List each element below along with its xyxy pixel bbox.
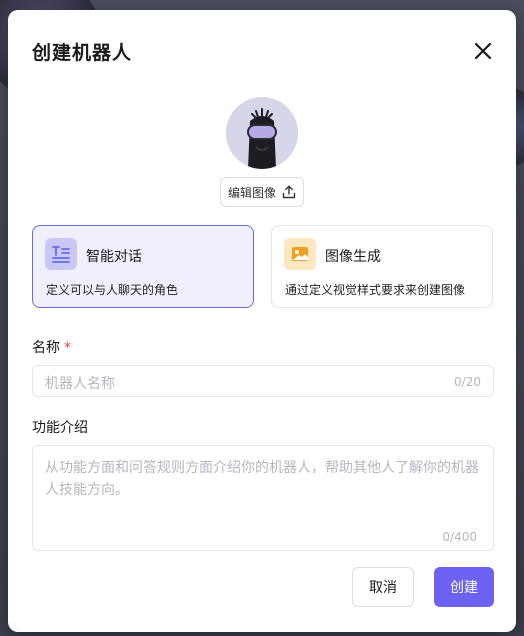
image-icon xyxy=(292,247,308,261)
edit-image-label: 编辑图像 xyxy=(227,185,276,200)
mode-chat-icon-box xyxy=(45,238,77,270)
mode-image-description: 通过定义视觉样式要求来创建图像 xyxy=(285,283,466,297)
close-icon[interactable] xyxy=(472,40,494,62)
mode-card-image[interactable]: 图像生成 通过定义视觉样式要求来创建图像 xyxy=(271,225,493,308)
mode-image-title: 图像生成 xyxy=(325,249,381,265)
required-mark: * xyxy=(64,340,71,356)
description-char-counter: 0/400 xyxy=(442,530,477,544)
description-textarea[interactable]: 从功能方面和问答规则方面介绍你的机器人，帮助其他人了解你的机器人技能方向。 0/… xyxy=(32,445,494,551)
upload-icon xyxy=(282,185,296,199)
bot-avatar xyxy=(226,97,298,169)
mode-chat-title: 智能对话 xyxy=(86,249,142,265)
mode-image-icon-box xyxy=(284,238,316,270)
name-input[interactable]: 机器人名称 0/20 xyxy=(32,365,494,397)
bot-avatar-image xyxy=(226,97,298,169)
mode-chat-description: 定义可以与人聊天的角色 xyxy=(46,283,179,297)
name-input-placeholder: 机器人名称 xyxy=(45,376,115,392)
dialog-title: 创建机器人 xyxy=(32,42,133,64)
name-label-text: 名称 xyxy=(32,340,60,356)
cancel-button[interactable]: 取消 xyxy=(352,567,414,607)
create-bot-dialog: 创建机器人 编辑图像 智能对话 定义可以与人聊天的角色 图像生成 通过定义视觉样… xyxy=(8,10,516,632)
create-button[interactable]: 创建 xyxy=(434,567,494,607)
name-label: 名称 * xyxy=(32,337,71,357)
edit-image-button[interactable]: 编辑图像 xyxy=(220,177,304,207)
text-lines-icon xyxy=(52,246,70,263)
description-placeholder: 从功能方面和问答规则方面介绍你的机器人，帮助其他人了解你的机器人技能方向。 xyxy=(45,460,479,498)
name-char-counter: 0/20 xyxy=(454,375,481,389)
description-label: 功能介绍 xyxy=(32,420,88,436)
mode-card-chat[interactable]: 智能对话 定义可以与人聊天的角色 xyxy=(32,225,254,308)
